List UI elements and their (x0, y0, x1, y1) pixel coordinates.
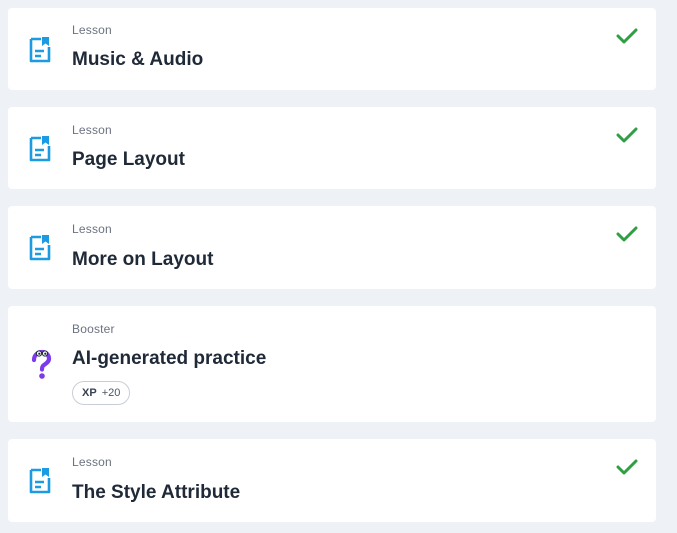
question-mark-icon (31, 349, 52, 379)
checkmark-icon (616, 459, 638, 475)
item-kind: Lesson (72, 455, 112, 469)
item-title: AI-generated practice (72, 348, 267, 369)
xp-badge: XP +20 (72, 381, 131, 405)
lesson-doc-icon (29, 468, 51, 494)
booster-card-ai-practice[interactable]: Booster AI-generated practice XP +20 (8, 306, 656, 422)
checkmark-icon (616, 28, 638, 44)
lesson-doc-icon (29, 37, 51, 63)
lesson-card-more-on-layout[interactable]: Lesson More on Layout (8, 206, 656, 289)
xp-value: +20 (101, 387, 121, 399)
item-title: The Style Attribute (72, 482, 241, 503)
checkmark-icon (616, 226, 638, 242)
item-kind: Lesson (72, 23, 112, 37)
lesson-card-page-layout[interactable]: Lesson Page Layout (8, 107, 656, 189)
xp-label: XP (82, 387, 97, 399)
item-title: More on Layout (72, 249, 214, 270)
item-title: Music & Audio (72, 49, 204, 70)
checkmark-icon (616, 127, 638, 143)
lesson-doc-icon (29, 235, 51, 261)
item-kind: Lesson (72, 222, 112, 236)
lesson-doc-icon (29, 136, 51, 162)
lesson-card-style-attribute[interactable]: Lesson The Style Attribute (8, 439, 656, 522)
item-kind: Lesson (72, 123, 112, 137)
item-title: Page Layout (72, 149, 185, 170)
item-kind: Booster (72, 322, 115, 336)
lesson-card-music-audio[interactable]: Lesson Music & Audio (8, 8, 656, 90)
